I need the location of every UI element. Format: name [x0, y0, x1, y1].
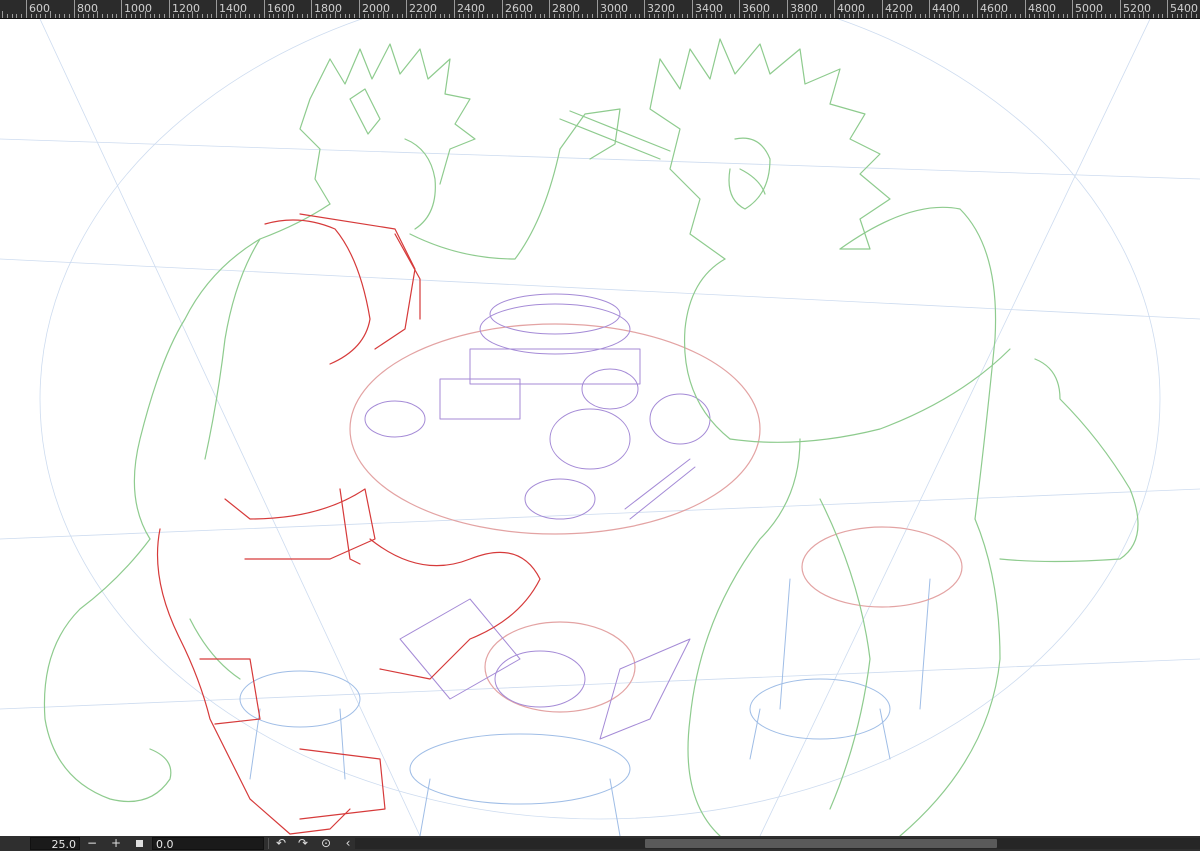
ruler-label: 1600 [267, 2, 295, 15]
right-character-sketch [649, 38, 1139, 836]
rotate-left-button[interactable]: ↶ [273, 836, 289, 851]
horizontal-ruler: 600 800 1000 1200 1400 1600 1800 2000 2200 2400 26… [0, 0, 1200, 19]
rotate-ccw-icon: ↶ [275, 836, 287, 850]
ruler-label: 1200 [172, 2, 200, 15]
drawing-canvas[interactable] [0, 19, 1200, 836]
ruler-label: 4800 [1028, 2, 1056, 15]
ruler-label: 1400 [219, 2, 247, 15]
ruler-label: 1800 [314, 2, 342, 15]
ruler-label: 2000 [362, 2, 390, 15]
ruler-label: 5400 [1170, 2, 1198, 15]
plus-icon: + [110, 836, 122, 850]
fit-view-button[interactable] [131, 836, 147, 851]
reset-rotation-button[interactable]: ⊙ [318, 836, 334, 851]
square-icon [135, 840, 143, 847]
ruler-label: 4400 [932, 2, 960, 15]
ruler-label: 600 [29, 2, 50, 15]
ruler-label: 2200 [409, 2, 437, 15]
rotation-angle-field[interactable]: 0.0 [152, 837, 264, 851]
ruler-label: 4600 [980, 2, 1008, 15]
ruler-label: 2600 [505, 2, 533, 15]
ruler-label: 800 [77, 2, 98, 15]
divider [268, 838, 269, 849]
stool-sketches [239, 578, 931, 836]
ruler-label: 2800 [552, 2, 580, 15]
ruler-label: 3200 [647, 2, 675, 15]
horizontal-scrollbar-thumb[interactable] [645, 839, 997, 848]
left-character-sketch [43, 43, 671, 803]
ruler-label: 5200 [1123, 2, 1151, 15]
collapse-button[interactable]: ‹ [340, 836, 356, 851]
ruler-label: 2400 [457, 2, 485, 15]
zoom-in-button[interactable]: + [108, 836, 124, 851]
sketch-artwork [0, 19, 1200, 836]
rotate-right-button[interactable]: ↷ [295, 836, 311, 851]
ruler-label: 3800 [790, 2, 818, 15]
ruler-label: 1000 [124, 2, 152, 15]
ruler-label: 3000 [600, 2, 628, 15]
perspective-guides [0, 19, 1200, 836]
ruler-label: 5000 [1075, 2, 1103, 15]
ruler-label: 4200 [885, 2, 913, 15]
zoom-out-button[interactable]: − [84, 836, 100, 851]
view-statusbar: 25.0 − + 0.0 ↶ ↷ ⊙ ‹ [0, 836, 1200, 851]
ruler-label: 4000 [837, 2, 865, 15]
ruler-label: 3600 [742, 2, 770, 15]
minus-icon: − [86, 836, 98, 850]
ruler-label: 3400 [695, 2, 723, 15]
zoom-level-field[interactable]: 25.0 [30, 837, 80, 851]
rotate-cw-icon: ↷ [297, 836, 309, 850]
clothing-sketch [156, 213, 541, 835]
reset-rotation-icon: ⊙ [320, 836, 332, 850]
chevron-left-icon: ‹ [345, 836, 351, 850]
